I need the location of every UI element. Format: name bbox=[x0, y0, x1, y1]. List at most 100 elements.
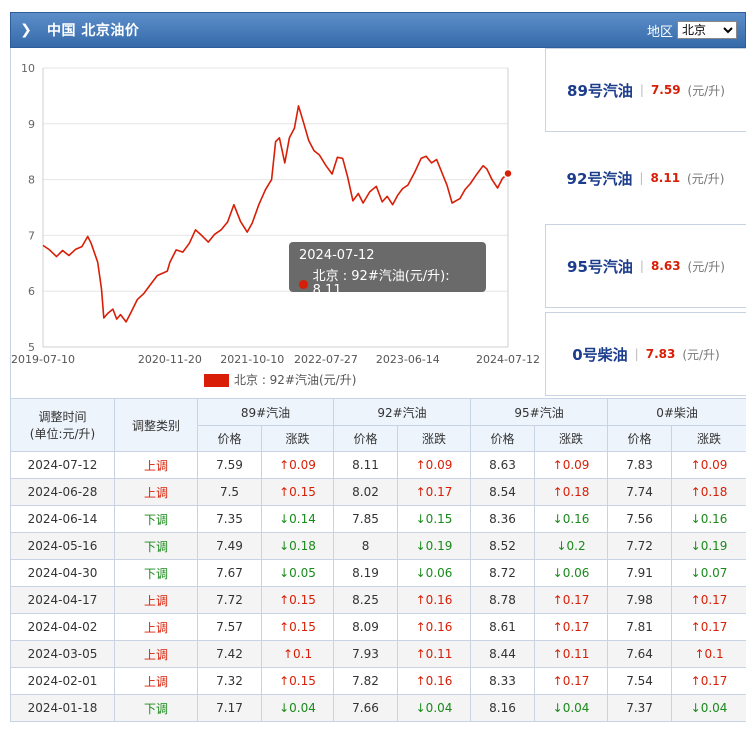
y-tick-label: 7 bbox=[28, 229, 35, 242]
cell-change: ↓0.04 bbox=[260, 694, 335, 722]
page-title: 中国 北京油价 bbox=[47, 23, 140, 39]
cell-price: 8.72 bbox=[470, 559, 536, 587]
cell-price: 7.32 bbox=[197, 667, 262, 695]
cell-date: 2024-07-12 bbox=[10, 451, 115, 479]
data-point bbox=[143, 293, 144, 294]
fuel-unit: (元/升) bbox=[687, 259, 725, 274]
cell-change: ↓0.19 bbox=[671, 532, 746, 560]
data-point bbox=[107, 313, 108, 314]
data-point bbox=[87, 236, 88, 237]
data-point bbox=[208, 241, 209, 242]
cell-price: 7.35 bbox=[197, 505, 262, 533]
cell-change: ↑0.18 bbox=[671, 478, 746, 506]
cell-change: ↑0.09 bbox=[534, 451, 609, 479]
cell-change: ↑0.09 bbox=[671, 451, 746, 479]
data-point bbox=[201, 235, 202, 236]
header-group: 92#汽油 bbox=[333, 398, 472, 426]
cell-change: ↑0.16 bbox=[397, 586, 472, 614]
cell-type: 下调 bbox=[114, 505, 198, 533]
cell-change: ↑0.18 bbox=[534, 478, 609, 506]
cell-change: ↓0.16 bbox=[671, 505, 746, 533]
data-point bbox=[414, 172, 415, 173]
cell-change: ↓0.14 bbox=[260, 505, 335, 533]
data-point bbox=[298, 105, 299, 106]
cell-date: 2024-05-16 bbox=[10, 532, 115, 560]
data-point bbox=[240, 221, 241, 222]
data-point bbox=[369, 191, 370, 192]
data-point bbox=[352, 200, 353, 201]
cell-change: ↑0.17 bbox=[671, 586, 746, 614]
data-point bbox=[392, 204, 393, 205]
fuel-unit: (元/升) bbox=[687, 171, 725, 186]
cell-change: ↓0.15 bbox=[397, 505, 472, 533]
region-select[interactable]: 北京 bbox=[677, 21, 737, 39]
cell-price: 7.82 bbox=[333, 667, 399, 695]
fuel-unit: (元/升) bbox=[687, 83, 725, 98]
data-point bbox=[441, 171, 442, 172]
cell-change: ↓0.2 bbox=[534, 532, 609, 560]
data-point bbox=[431, 162, 432, 163]
data-point bbox=[120, 314, 121, 315]
header-time: 调整时间 (单位:元/升) bbox=[10, 398, 115, 452]
data-point bbox=[497, 187, 498, 188]
data-point bbox=[252, 223, 253, 224]
x-tick-label: 2021-10-10 bbox=[220, 353, 284, 366]
price-card-89[interactable]: 89号汽油 | 7.59 (元/升) bbox=[545, 48, 746, 132]
cell-change: ↓0.18 bbox=[260, 532, 335, 560]
table-row: 2024-02-01 上调 7.32 ↑0.15 7.82 ↑0.16 8.33 ↑0.17 7… bbox=[10, 667, 746, 695]
fuel-name: 89号汽油 bbox=[567, 81, 633, 100]
y-tick-label: 10 bbox=[21, 62, 35, 75]
cell-price: 8.09 bbox=[333, 613, 399, 641]
data-point bbox=[376, 186, 377, 187]
data-point bbox=[470, 183, 471, 184]
data-point bbox=[247, 231, 248, 232]
data-point bbox=[347, 176, 348, 177]
cell-date: 2024-01-18 bbox=[10, 694, 115, 722]
data-point bbox=[214, 234, 215, 235]
data-point bbox=[303, 122, 304, 123]
x-tick-label: 2022-07-27 bbox=[294, 353, 358, 366]
fuel-price: 8.63 bbox=[650, 259, 681, 273]
table-row: 2024-04-30 下调 7.67 ↓0.05 8.19 ↓0.06 8.72 ↓0.06 7… bbox=[10, 559, 746, 587]
data-point bbox=[289, 137, 290, 138]
cell-type: 上调 bbox=[114, 478, 198, 506]
price-card-95[interactable]: 95号汽油 | 8.63 (元/升) bbox=[545, 224, 746, 308]
cell-type: 下调 bbox=[114, 532, 198, 560]
cell-price: 8.19 bbox=[333, 559, 399, 587]
cell-type: 下调 bbox=[114, 694, 198, 722]
data-point bbox=[137, 299, 138, 300]
header-change: 涨跌 bbox=[671, 425, 746, 452]
cell-price: 8.36 bbox=[470, 505, 536, 533]
series-dot-icon bbox=[299, 279, 308, 289]
cell-price: 8.02 bbox=[333, 478, 399, 506]
table-body: 2024-07-12 上调 7.59 ↑0.09 8.11 ↑0.09 8.63 ↑0.09 7… bbox=[10, 451, 746, 722]
data-point bbox=[382, 201, 383, 202]
data-point bbox=[407, 185, 408, 186]
cell-change: ↑0.1 bbox=[260, 640, 335, 668]
data-point bbox=[502, 178, 503, 179]
cell-change: ↓0.04 bbox=[397, 694, 472, 722]
cell-price: 7.98 bbox=[607, 586, 673, 614]
cell-change: ↑0.17 bbox=[534, 667, 609, 695]
header-change: 涨跌 bbox=[260, 425, 335, 452]
cell-price: 7.81 bbox=[607, 613, 673, 641]
cell-price: 8.78 bbox=[470, 586, 536, 614]
data-point bbox=[75, 249, 76, 250]
cell-price: 8.33 bbox=[470, 667, 536, 695]
cell-change: ↑0.17 bbox=[671, 613, 746, 641]
cell-date: 2024-06-14 bbox=[10, 505, 115, 533]
data-point bbox=[182, 252, 183, 253]
data-point bbox=[342, 158, 343, 159]
cell-price: 7.56 bbox=[607, 505, 673, 533]
chevron-right-icon[interactable]: ❯ bbox=[11, 22, 41, 38]
data-point bbox=[279, 137, 280, 138]
price-card-diesel[interactable]: 0号柴油 | 7.83 (元/升) bbox=[545, 312, 746, 396]
data-point bbox=[97, 262, 98, 263]
cell-date: 2024-04-02 bbox=[10, 613, 115, 641]
price-card-92[interactable]: 92号汽油 | 8.11 (元/升) bbox=[545, 136, 746, 220]
data-point bbox=[337, 157, 338, 158]
data-point bbox=[68, 255, 69, 256]
cell-change: ↑0.17 bbox=[534, 613, 609, 641]
data-point bbox=[436, 159, 437, 160]
divider: | bbox=[639, 83, 644, 97]
